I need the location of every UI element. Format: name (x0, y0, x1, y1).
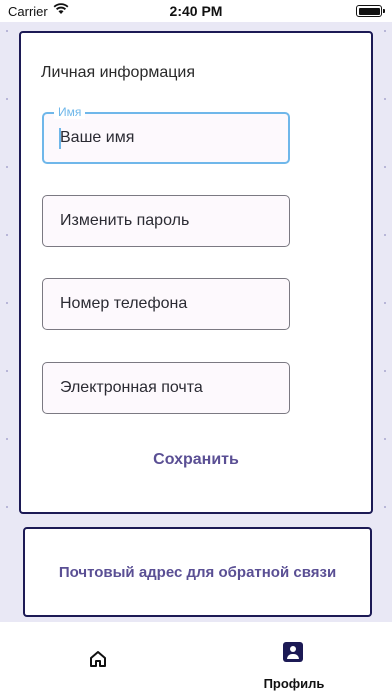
personal-info-card: Личная информация Имя Ваше имя Изменить … (19, 31, 373, 514)
change-password-field[interactable]: Изменить пароль (42, 195, 290, 247)
tab-bar: Профиль (0, 622, 392, 696)
name-field-label: Имя (54, 105, 86, 119)
name-field-placeholder: Ваше имя (60, 129, 135, 146)
status-bar: Carrier 2:40 PM (0, 0, 392, 22)
address-card[interactable]: Почтовый адрес для обратной связи (23, 527, 372, 617)
personal-info-title: Личная информация (41, 64, 196, 81)
change-password-placeholder: Изменить пароль (60, 212, 190, 229)
name-field[interactable]: Имя Ваше имя (42, 105, 290, 164)
status-time: 2:40 PM (169, 3, 223, 19)
tab-profile[interactable]: Профиль (196, 622, 392, 696)
profile-icon (283, 642, 303, 662)
email-field[interactable]: Электронная почта (42, 362, 290, 414)
background-dots-right (384, 30, 386, 610)
battery-icon (356, 5, 385, 17)
tab-home[interactable] (0, 622, 196, 696)
background-dots-left (6, 30, 8, 610)
save-button[interactable]: Сохранить (21, 451, 371, 469)
home-icon (90, 651, 106, 667)
phone-field[interactable]: Номер телефона (42, 278, 290, 330)
phone-placeholder: Номер телефона (60, 295, 188, 312)
email-placeholder: Электронная почта (60, 379, 203, 396)
mailing-address-link[interactable]: Почтовый адрес для обратной связи (25, 564, 370, 581)
tab-profile-label: Профиль (263, 676, 325, 691)
